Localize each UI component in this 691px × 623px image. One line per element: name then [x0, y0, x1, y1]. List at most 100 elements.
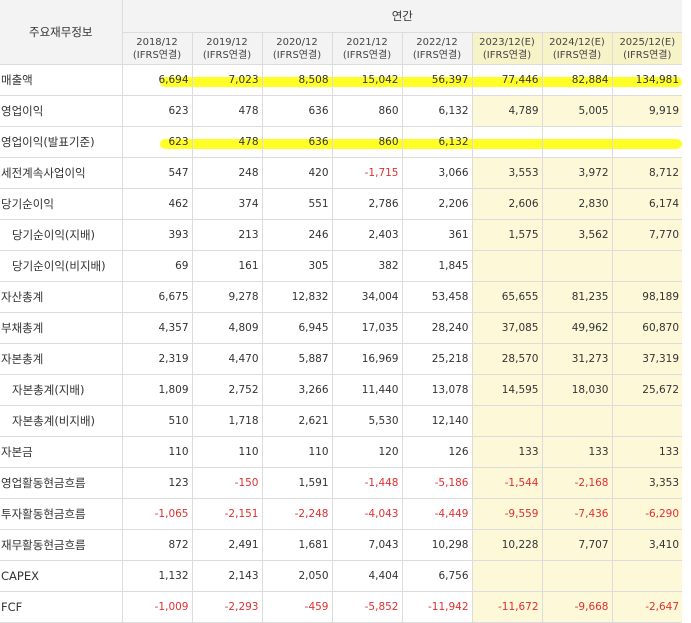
row-label: 자본총계(비지배)	[0, 405, 122, 437]
period-basis: (IFRS연결)	[552, 49, 602, 61]
period-year: 2023/12(E)	[479, 36, 535, 48]
value-cell: 7,707	[541, 529, 612, 561]
row-label[interactable]: CAPEX	[0, 560, 122, 592]
table-row: 자산총계 6,675 9,278 12,832 34,004 53,458 65,655 81…	[0, 281, 683, 313]
value-cell: 7,043	[331, 529, 402, 561]
value-cell	[611, 405, 683, 437]
value-cell: -1,544	[471, 467, 542, 499]
value-cell: -7,436	[541, 498, 612, 530]
period-header: 2025/12(E) (IFRS연결)	[611, 32, 683, 65]
period-header: 2020/12 (IFRS연결)	[261, 32, 332, 65]
value-cell: 28,570	[471, 343, 542, 375]
value-cell: 3,353	[611, 467, 683, 499]
value-cell: 10,228	[471, 529, 542, 561]
table-row: 자본금 110 110 110 120 126 133 133 133	[0, 436, 683, 468]
value-cell: 2,606	[471, 188, 542, 220]
value-cell: 14,595	[471, 374, 542, 406]
value-cell: 860	[331, 126, 402, 158]
value-cell: 6,945	[261, 312, 332, 344]
value-cell: 246	[261, 219, 332, 251]
value-cell: 133	[611, 436, 683, 468]
value-cell: -150	[191, 467, 262, 499]
value-cell: 3,553	[471, 157, 542, 189]
period-basis: (IFRS연결)	[132, 49, 182, 61]
value-cell: 1,718	[191, 405, 262, 437]
row-label[interactable]: FCF	[0, 591, 122, 623]
row-label[interactable]: 투자활동현금흐름	[0, 498, 122, 530]
period-header: 2018/12 (IFRS연결)	[121, 32, 192, 65]
value-cell: 161	[191, 250, 262, 282]
value-cell: 60,870	[611, 312, 683, 344]
table-row: 자본총계(비지배) 510 1,718 2,621 5,530 12,140	[0, 405, 683, 437]
row-label[interactable]: 영업이익(발표기준)	[0, 126, 122, 158]
row-label[interactable]: 자본금	[0, 436, 122, 468]
value-cell: 636	[261, 95, 332, 127]
row-label[interactable]: 당기순이익	[0, 188, 122, 220]
period-header: 2024/12(E) (IFRS연결)	[541, 32, 612, 65]
value-cell: 120	[331, 436, 402, 468]
value-cell: 5,530	[331, 405, 402, 437]
value-cell: 110	[191, 436, 262, 468]
value-cell	[541, 250, 612, 282]
row-label[interactable]: 부채총계	[0, 312, 122, 344]
period-basis: (IFRS연결)	[623, 49, 672, 61]
value-cell: 8,712	[611, 157, 683, 189]
value-cell: 860	[331, 95, 402, 127]
row-label[interactable]: 영업이익	[0, 95, 122, 127]
value-cell: 13,078	[401, 374, 472, 406]
value-cell: -1,448	[331, 467, 402, 499]
value-cell: 6,174	[611, 188, 683, 220]
row-label[interactable]: 자본총계	[0, 343, 122, 375]
value-cell: -2,248	[261, 498, 332, 530]
period-year: 2019/12	[206, 36, 248, 48]
table-row: 매출액 6,694 7,023 8,508 15,042 56,397 77,446 82,8…	[0, 64, 683, 96]
value-cell: 1,575	[471, 219, 542, 251]
value-cell: 2,050	[261, 560, 332, 592]
row-label: 자본총계(지배)	[0, 374, 122, 406]
value-cell: 98,189	[611, 281, 683, 313]
value-cell: 133	[541, 436, 612, 468]
value-cell: 123	[121, 467, 192, 499]
row-label[interactable]: 영업활동현금흐름	[0, 467, 122, 499]
table-row: 부채총계 4,357 4,809 6,945 17,035 28,240 37,085 49,…	[0, 312, 683, 344]
period-header: 2019/12 (IFRS연결)	[191, 32, 262, 65]
value-cell: 8,508	[261, 64, 332, 96]
value-cell	[611, 560, 683, 592]
value-cell: 81,235	[541, 281, 612, 313]
table-row: 당기순이익 462 374 551 2,786 2,206 2,606 2,830 6,174	[0, 188, 683, 220]
value-cell: 4,789	[471, 95, 542, 127]
value-cell: 3,410	[611, 529, 683, 561]
period-year: 2021/12	[346, 36, 388, 48]
value-cell: 6,132	[401, 95, 472, 127]
value-cell: 18,030	[541, 374, 612, 406]
value-cell: 69	[121, 250, 192, 282]
value-cell	[541, 126, 612, 158]
value-cell	[541, 405, 612, 437]
row-label[interactable]: 세전계속사업이익	[0, 157, 122, 189]
value-cell: 623	[121, 126, 192, 158]
table-row: 자본총계 2,319 4,470 5,887 16,969 25,218 28,570 31,…	[0, 343, 683, 375]
row-label: 당기순이익(지배)	[0, 219, 122, 251]
value-cell: 1,809	[121, 374, 192, 406]
value-cell: 7,023	[191, 64, 262, 96]
row-label[interactable]: 매출액	[0, 64, 122, 96]
row-label[interactable]: 자산총계	[0, 281, 122, 313]
financial-summary-table: 주요재무정보 연간 2018/12 (IFRS연결) 2019/12 (IFRS연결)…	[0, 0, 683, 623]
value-cell: 25,672	[611, 374, 683, 406]
row-label[interactable]: 재무활동현금흐름	[0, 529, 122, 561]
value-cell: 16,969	[331, 343, 402, 375]
value-cell: 133	[471, 436, 542, 468]
value-cell: -6,290	[611, 498, 683, 530]
table-row: 영업활동현금흐름 123 -150 1,591 -1,448 -5,186 -1,544 -2…	[0, 467, 683, 499]
value-cell: 547	[121, 157, 192, 189]
value-cell: -1,715	[331, 157, 402, 189]
value-cell: 49,962	[541, 312, 612, 344]
value-cell: 9,278	[191, 281, 262, 313]
value-cell: 2,621	[261, 405, 332, 437]
period-year: 2024/12(E)	[549, 36, 605, 48]
value-cell: 82,884	[541, 64, 612, 96]
value-cell	[611, 250, 683, 282]
value-cell: 65,655	[471, 281, 542, 313]
value-cell: -4,043	[331, 498, 402, 530]
value-cell: 12,832	[261, 281, 332, 313]
